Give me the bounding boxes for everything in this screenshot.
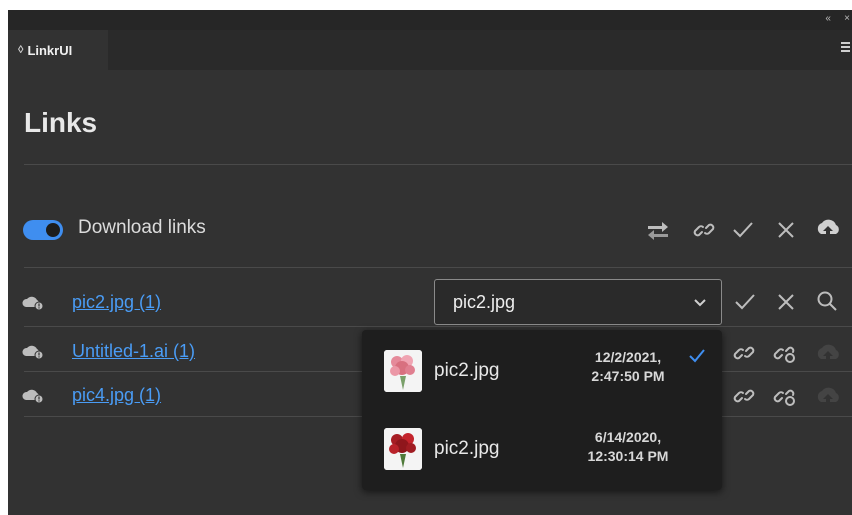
version-dropdown-menu: pic2.jpg 12/2/2021, 2:47:50 PM pic2.jpg [362, 330, 722, 490]
search-icon[interactable] [816, 290, 838, 312]
pink-roses-thumbnail [384, 350, 422, 392]
option-name: pic2.jpg [434, 360, 500, 381]
option-name: pic2.jpg [434, 438, 500, 459]
selected-check-icon [689, 349, 705, 363]
select-value: pic2.jpg [453, 292, 516, 312]
cloud-warning-icon [22, 389, 44, 403]
chevron-down-icon [694, 299, 706, 307]
tab-chevron-icon: ◊ [18, 44, 24, 56]
tab-label: LinkrUI [27, 42, 73, 58]
option-time-line: 2:47:50 PM [591, 368, 665, 384]
close-icon[interactable] [776, 220, 796, 240]
download-links-toggle[interactable] [23, 220, 63, 240]
linkr-panel: ‹‹ × ◊ LinkrUI Links Download links pic2… [8, 10, 852, 515]
close-panel-icon[interactable]: × [844, 13, 850, 24]
option-date-line: 6/14/2020, [594, 429, 662, 445]
download-links-label: Download links [78, 217, 206, 238]
link-settings-icon[interactable] [772, 341, 798, 365]
link-name[interactable]: pic4.jpg (1) [72, 385, 161, 406]
toggle-knob [46, 223, 60, 237]
tab-linkrui[interactable]: ◊ LinkrUI [8, 30, 108, 70]
page-title: Links [24, 107, 98, 138]
red-roses-thumbnail [384, 428, 422, 470]
check-icon[interactable] [732, 220, 754, 240]
link-icon[interactable] [732, 384, 756, 408]
cloud-warning-icon [22, 296, 44, 310]
version-select[interactable]: pic2.jpg [434, 279, 722, 325]
option-date: 6/14/2020, 12:30:14 PM [568, 428, 688, 466]
link-row: pic2.jpg (1) [8, 280, 852, 326]
dropdown-option[interactable]: pic2.jpg 12/2/2021, 2:47:50 PM [362, 332, 722, 410]
panel-title-bar: ‹‹ × [8, 10, 852, 30]
row-divider [24, 326, 852, 327]
reject-icon[interactable] [776, 292, 796, 312]
dropdown-option[interactable]: pic2.jpg 6/14/2020, 12:30:14 PM [362, 410, 722, 488]
link-name[interactable]: Untitled-1.ai (1) [72, 341, 195, 362]
option-date-line: 12/2/2021, [594, 349, 662, 365]
cloud-upload-icon [817, 387, 839, 406]
title-divider [24, 164, 852, 165]
cloud-upload-icon[interactable] [814, 216, 842, 240]
panel-menu-icon[interactable] [841, 42, 850, 54]
option-time-line: 12:30:14 PM [587, 448, 669, 464]
link-icon[interactable] [732, 341, 756, 365]
toolbar-divider [24, 267, 852, 268]
option-date: 12/2/2021, 2:47:50 PM [568, 348, 688, 386]
accept-icon[interactable] [734, 292, 756, 312]
tab-row: ◊ LinkrUI [8, 30, 852, 70]
link-icon[interactable] [692, 218, 716, 242]
cloud-upload-icon [817, 344, 839, 363]
link-settings-icon[interactable] [772, 384, 798, 408]
collapse-panel-icon[interactable]: ‹‹ [825, 13, 831, 24]
swap-arrows-icon[interactable] [646, 220, 670, 240]
cloud-warning-icon [22, 345, 44, 359]
link-name[interactable]: pic2.jpg (1) [72, 292, 161, 313]
